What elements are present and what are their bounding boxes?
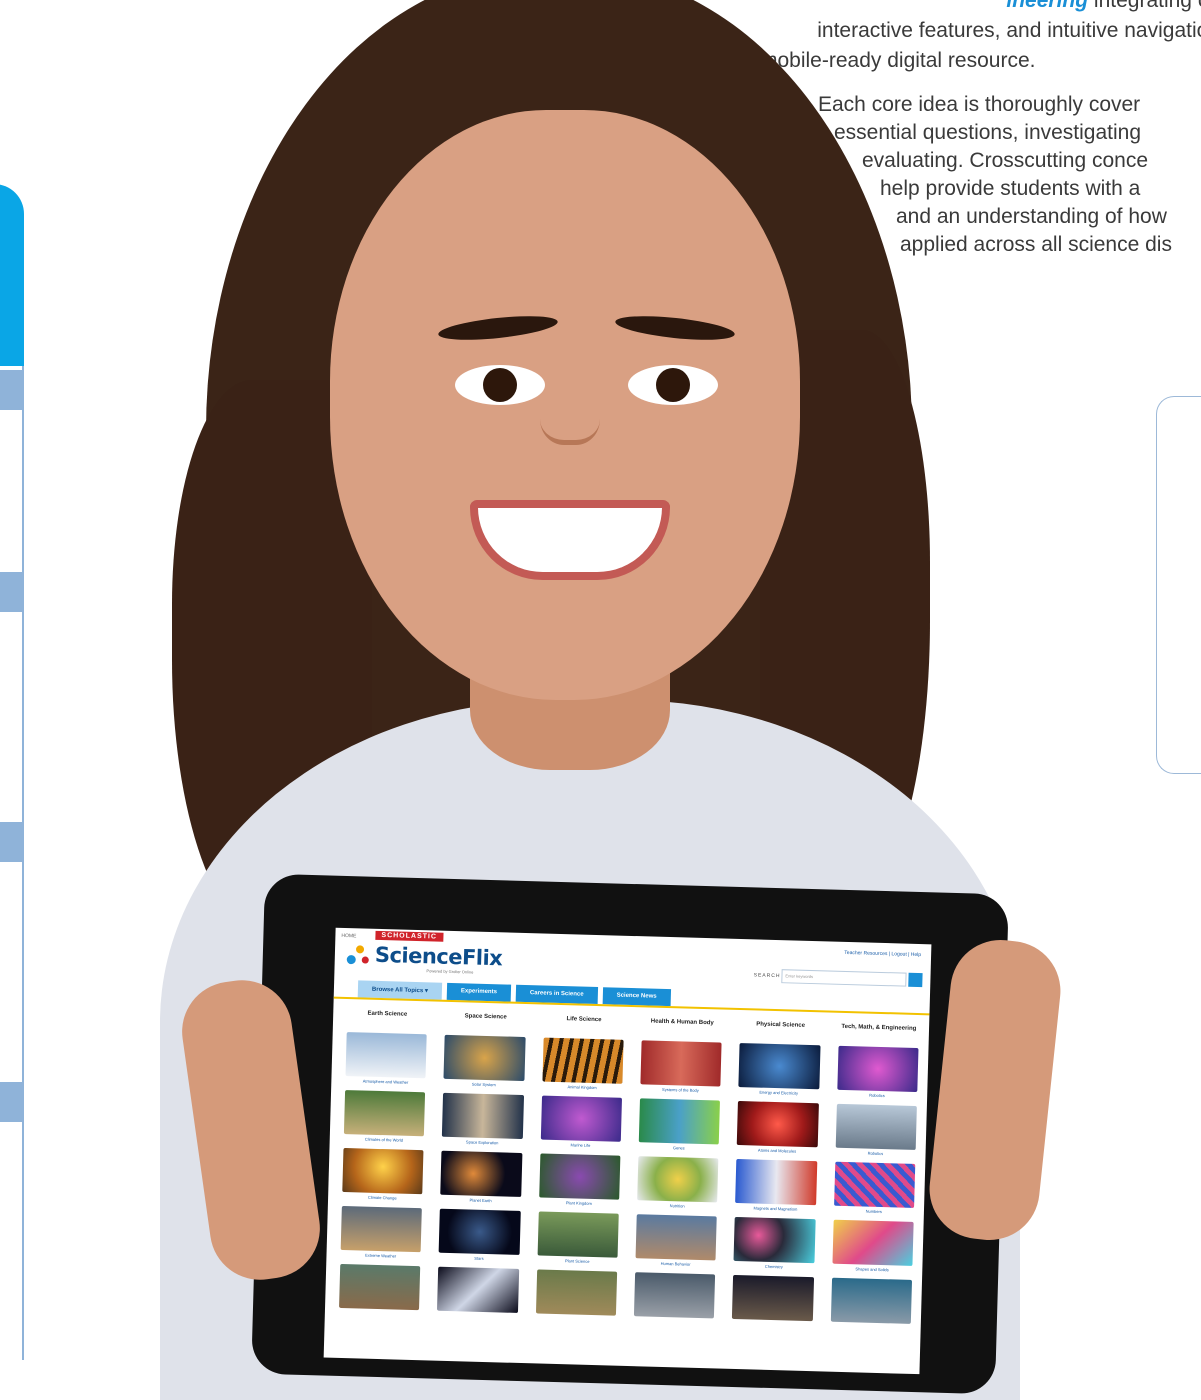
topic-thumbnail[interactable] [343,1090,426,1137]
topic-thumbnail[interactable] [437,1266,519,1313]
topic-thumbnail[interactable] [737,1101,819,1148]
topic-thumbnail[interactable] [538,1153,621,1200]
powered-by: Powered by Grolier Online [426,968,474,975]
topic-column: Health & Human Body Systems of the Body … [630,1018,727,1320]
topic-thumbnail[interactable] [339,1263,421,1311]
column-heading: Physical Science [756,1021,806,1029]
topic-thumbnail[interactable] [733,1216,816,1264]
search-input[interactable]: Enter keywords [781,969,907,987]
topic-column: Earth Science Atmosphere and Weather Cli… [335,1010,432,1312]
topic-column: Life Science Animal Kingdom Marine Life … [532,1015,629,1317]
tab-experiments[interactable]: Experiments [446,982,512,1002]
topic-thumbnail[interactable] [738,1043,821,1090]
topic-column: Tech, Math, & Engineering Robotics Robot… [826,1024,923,1326]
topic-thumbnail[interactable] [443,1034,526,1082]
topic-thumbnail[interactable] [340,1205,423,1253]
molecule-icon [346,943,372,966]
topic-thumbnail[interactable] [735,1158,817,1206]
topic-thumbnail[interactable] [537,1211,619,1258]
topic-thumbnail[interactable] [345,1032,428,1079]
topic-thumbnail[interactable] [635,1214,718,1261]
topic-thumbnail[interactable] [835,1103,917,1150]
topic-grid: Earth Science Atmosphere and Weather Cli… [335,1010,923,1326]
topic-thumbnail[interactable] [542,1037,624,1084]
eye [628,365,718,405]
scienceflix-logo[interactable]: ScienceFlix [346,942,503,970]
column-heading: Space Science [464,1013,507,1021]
column-heading: Health & Human Body [650,1018,714,1027]
tab-science-news[interactable]: Science News [602,987,671,1007]
topic-thumbnail[interactable] [438,1208,521,1255]
topic-thumbnail[interactable] [732,1274,814,1322]
eye [455,365,545,405]
scholastic-logo: SCHOLASTIC [375,930,444,942]
topic-thumbnail[interactable] [640,1040,722,1087]
hero-photo: HOME SCHOLASTIC ScienceFlix Powered by G… [0,0,1201,1400]
topic-thumbnail[interactable] [440,1150,523,1197]
topic-thumbnail[interactable] [540,1095,623,1142]
topic-thumbnail[interactable] [833,1161,916,1208]
column-heading: Earth Science [367,1010,408,1018]
topic-column: Space Science Solar System Space Explora… [433,1013,530,1315]
nose [540,380,600,445]
search-button[interactable] [908,972,923,988]
topic-thumbnail[interactable] [535,1269,618,1316]
topic-thumbnail[interactable] [836,1045,919,1093]
topic-thumbnail[interactable] [832,1219,914,1266]
topic-thumbnail[interactable] [830,1277,913,1324]
tablet-screen: HOME SCHOLASTIC ScienceFlix Powered by G… [323,927,932,1375]
account-links[interactable]: Teacher Resources | Logout | Help [844,950,921,958]
topic-thumbnail[interactable] [633,1272,716,1319]
column-heading: Life Science [566,1016,602,1024]
topic-thumbnail[interactable] [442,1092,524,1139]
topic-column: Physical Science Energy and Electricity … [728,1021,825,1323]
home-link[interactable]: HOME [341,933,356,939]
topic-thumbnail[interactable] [342,1148,424,1195]
topic-thumbnail[interactable] [637,1156,719,1203]
tablet-device: HOME SCHOLASTIC ScienceFlix Powered by G… [251,873,1009,1395]
search-label: SEARCH [753,972,781,980]
column-heading: Tech, Math, & Engineering [841,1023,917,1032]
topic-thumbnail[interactable] [638,1098,721,1145]
